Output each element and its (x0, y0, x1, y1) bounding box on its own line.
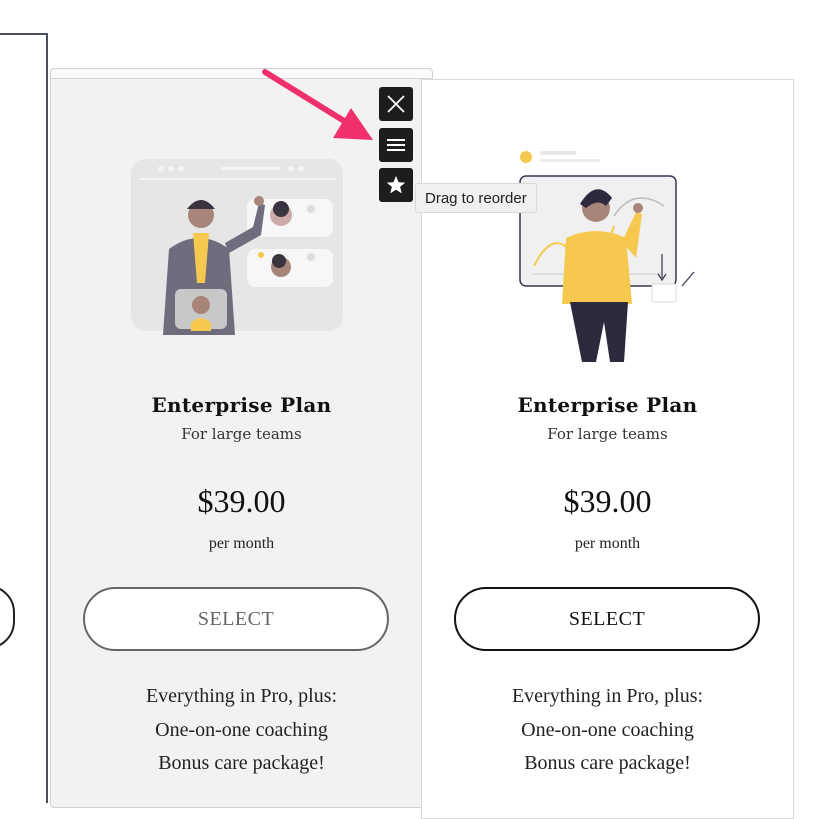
close-icon (387, 95, 405, 113)
feature-item: One-on-one coaching (521, 718, 694, 741)
plan-subtitle: For large teams (547, 425, 668, 443)
feature-button[interactable] (379, 168, 413, 202)
plan-subtitle: For large teams (181, 425, 302, 443)
plan-price: $39.00 (197, 483, 286, 519)
feature-item: Bonus care package! (524, 752, 691, 774)
billing-period: per month (208, 535, 275, 552)
billing-period: per month (574, 535, 641, 552)
plan-title: Enterprise Plan (517, 393, 698, 417)
star-icon (386, 176, 406, 194)
previous-plan-card (0, 33, 48, 803)
plan-features: Everything in Pro, plus: One-on-one coac… (51, 680, 432, 781)
feature-item: One-on-one coaching (155, 718, 328, 741)
presentation-illustration (519, 151, 695, 362)
feature-item: Everything in Pro, plus: (145, 685, 338, 707)
drag-tooltip: Drag to reorder (415, 183, 537, 213)
plan-price: $39.00 (563, 483, 652, 519)
select-button[interactable]: SELECT (83, 587, 389, 651)
dragged-plan-card[interactable]: Enterprise Plan For large teams $39.00 p… (50, 68, 433, 808)
remove-button[interactable] (379, 87, 413, 121)
video-call-illustration (131, 159, 343, 335)
plan-title: Enterprise Plan (151, 393, 332, 417)
drag-handle-icon (387, 139, 405, 151)
pointer-arrow-icon (262, 69, 373, 140)
select-button[interactable]: SELECT (454, 587, 760, 651)
feature-item: Everything in Pro, plus: (511, 685, 704, 707)
drag-handle-button[interactable] (379, 128, 413, 162)
feature-item: Bonus care package! (158, 752, 325, 774)
plan-features: Everything in Pro, plus: One-on-one coac… (422, 680, 793, 781)
